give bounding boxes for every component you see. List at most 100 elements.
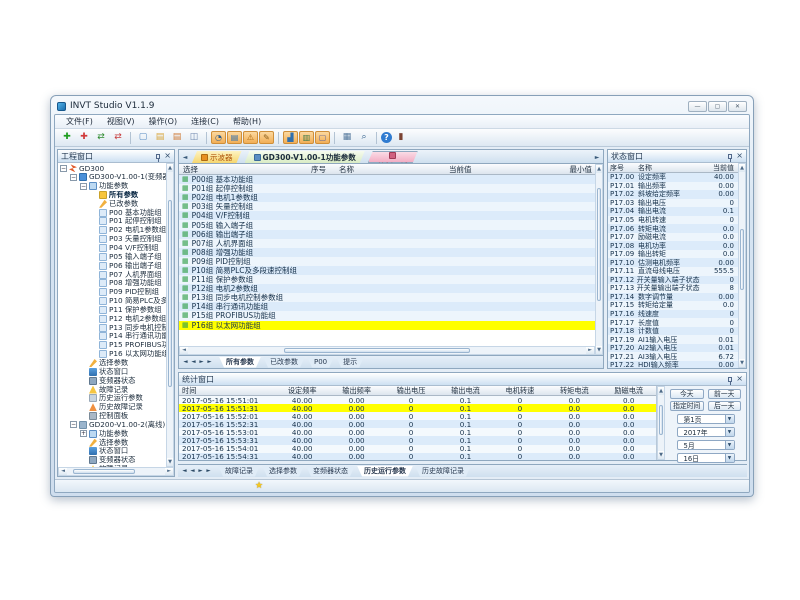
menu-operate[interactable]: 操作(O) xyxy=(142,116,185,127)
pin-icon[interactable] xyxy=(728,377,732,382)
tree-item[interactable]: −功能参数 xyxy=(58,182,166,191)
tab-control-panel[interactable]: 控制面板 xyxy=(368,151,418,163)
select-page[interactable]: 第1页▼ xyxy=(677,414,735,424)
scroll-up-icon[interactable]: ▲ xyxy=(739,164,745,172)
maximize-button[interactable]: ▢ xyxy=(708,101,727,112)
scroll-down-icon[interactable]: ▼ xyxy=(658,451,664,459)
dropdown-arrow-icon[interactable]: ▼ xyxy=(725,415,734,423)
tab-history-fault-records[interactable]: 历史故障记录 xyxy=(415,466,471,477)
nav-next-icon[interactable]: ► xyxy=(197,468,204,474)
scroll-thumb[interactable] xyxy=(73,469,136,474)
select-month[interactable]: 5月▼ xyxy=(677,440,735,450)
tree-item[interactable]: 变频器状态 xyxy=(58,456,166,465)
function-params-icon[interactable]: ▤ xyxy=(227,131,242,144)
tab-hint[interactable]: 提示 xyxy=(336,357,364,368)
select-year[interactable]: 2017年▼ xyxy=(677,427,735,437)
tree-item[interactable]: P14 串行通讯功能组 xyxy=(58,332,166,341)
tree-item[interactable]: P03 矢量控制组 xyxy=(58,235,166,244)
nav-prev-icon[interactable]: ◄ xyxy=(189,468,196,474)
tree-item[interactable]: 历史运行参数 xyxy=(58,394,166,403)
param-table-vertical-scrollbar[interactable]: ▲▼ xyxy=(595,164,603,355)
tree-expander-icon[interactable]: + xyxy=(80,430,87,437)
scroll-up-icon[interactable]: ▲ xyxy=(167,164,173,172)
tree-item[interactable]: P05 输入端子组 xyxy=(58,252,166,261)
tree-item[interactable]: 历史故障记录 xyxy=(58,403,166,412)
tree-item[interactable]: 所有参数 xyxy=(58,191,166,200)
tree-vertical-scrollbar[interactable]: ▲▼ xyxy=(166,163,174,467)
nav-prev-icon[interactable]: ◄ xyxy=(190,359,197,365)
statistics-icon[interactable]: ▟ xyxy=(283,131,298,144)
tab-oscilloscope[interactable]: 示波器 xyxy=(192,151,242,163)
nav-first-icon[interactable]: ◄ xyxy=(182,359,189,365)
tree-item[interactable]: P02 电机1参数组 xyxy=(58,226,166,235)
tree-item[interactable]: P15 PROFIBUS功能组 xyxy=(58,341,166,350)
tree-item[interactable]: P08 增强功能组 xyxy=(58,279,166,288)
tree-item[interactable]: −GD300 xyxy=(58,164,166,173)
remove-device-icon[interactable]: ✚ xyxy=(76,131,92,145)
menu-connect[interactable]: 连接(C) xyxy=(184,116,226,127)
scroll-thumb[interactable] xyxy=(284,348,470,353)
dropdown-arrow-icon[interactable]: ▼ xyxy=(725,454,734,462)
exit-icon[interactable]: ▮ xyxy=(393,131,409,145)
scroll-thumb[interactable] xyxy=(168,200,172,387)
disconnect-icon[interactable]: ⇄ xyxy=(110,131,126,145)
titlebar[interactable]: INVT Studio V1.1.9 —▢✕ xyxy=(54,96,750,114)
open-project-icon[interactable]: ▤ xyxy=(152,131,168,145)
scroll-thumb[interactable] xyxy=(659,405,663,435)
stats-vertical-scrollbar[interactable]: ▲▼ xyxy=(657,386,665,460)
tree-item[interactable]: 控制面板 xyxy=(58,412,166,421)
scroll-right-icon[interactable]: ► xyxy=(586,347,594,354)
select-day[interactable]: 16日▼ xyxy=(677,453,735,463)
tree-expander-icon[interactable]: − xyxy=(80,183,87,190)
close-panel-icon[interactable]: × xyxy=(736,375,743,383)
pin-icon[interactable] xyxy=(156,154,160,159)
tree-item[interactable]: P11 保护参数组 xyxy=(58,306,166,315)
tree-item[interactable]: −GD200-V1.00-2(离线) xyxy=(58,420,166,429)
stats-row[interactable]: 2017-05-16 15:54:3140.000.0000.100.00.0 xyxy=(179,453,656,460)
history-params-icon[interactable]: ✎ xyxy=(259,131,274,144)
new-window-icon[interactable]: ▢ xyxy=(135,131,151,145)
menu-help[interactable]: 帮助(H) xyxy=(226,116,268,127)
close-panel-icon[interactable]: × xyxy=(736,152,743,160)
tree-item[interactable]: +功能参数 xyxy=(58,429,166,438)
scroll-down-icon[interactable]: ▼ xyxy=(596,346,602,354)
tree-item[interactable]: 状态窗口 xyxy=(58,367,166,376)
tree-item[interactable]: P09 PID控制组 xyxy=(58,288,166,297)
tree-item[interactable]: P07 人机界面组 xyxy=(58,270,166,279)
parameter-table-icon[interactable]: ▦ xyxy=(339,131,355,145)
dropdown-arrow-icon[interactable]: ▼ xyxy=(725,441,734,449)
tab-history-run-params[interactable]: 历史运行参数 xyxy=(357,466,413,477)
close-project-icon[interactable]: ▤ xyxy=(169,131,185,145)
tree-item[interactable]: P13 同步电机控制参数 xyxy=(58,323,166,332)
oscilloscope-icon[interactable]: ◔ xyxy=(211,131,226,144)
tree-item[interactable]: P00 基本功能组 xyxy=(58,208,166,217)
tree-expander-icon[interactable]: − xyxy=(70,421,77,428)
tree-item[interactable]: P16 以太网功能组 xyxy=(58,350,166,359)
tab-scroll-right-icon[interactable]: ► xyxy=(593,154,601,161)
scroll-right-icon[interactable]: ► xyxy=(165,468,173,475)
dropdown-arrow-icon[interactable]: ▼ xyxy=(725,428,734,436)
menu-file[interactable]: 文件(F) xyxy=(59,116,100,127)
tab-p00[interactable]: P00 xyxy=(307,357,334,368)
tab-select-params[interactable]: 选择参数 xyxy=(262,466,304,477)
nav-last-icon[interactable]: ► xyxy=(205,468,212,474)
tree-expander-icon[interactable]: − xyxy=(70,174,77,181)
nav-first-icon[interactable]: ◄ xyxy=(181,468,188,474)
tab-fault-records[interactable]: 故障记录 xyxy=(218,466,260,477)
tree-item[interactable]: 状态窗口 xyxy=(58,447,166,456)
tab-inverter-status[interactable]: 变频器状态 xyxy=(306,466,355,477)
status-vertical-scrollbar[interactable]: ▲▼ xyxy=(738,163,746,368)
scroll-up-icon[interactable]: ▲ xyxy=(596,165,602,173)
button-prev-day[interactable]: 前一天 xyxy=(708,389,742,399)
close-button[interactable]: ✕ xyxy=(728,101,747,112)
save-icon[interactable]: ◫ xyxy=(186,131,202,145)
tree-item[interactable]: 已改参数 xyxy=(58,199,166,208)
nav-next-icon[interactable]: ► xyxy=(198,359,205,365)
scroll-down-icon[interactable]: ▼ xyxy=(167,458,173,466)
button-specify-time[interactable]: 指定时间 xyxy=(670,401,704,411)
tree-item[interactable]: 选择参数 xyxy=(58,359,166,368)
scroll-thumb[interactable] xyxy=(597,188,601,301)
tree-horizontal-scrollbar[interactable]: ◄► xyxy=(58,467,174,476)
add-device-icon[interactable]: ✚ xyxy=(59,131,75,145)
menu-view[interactable]: 视图(V) xyxy=(100,116,142,127)
